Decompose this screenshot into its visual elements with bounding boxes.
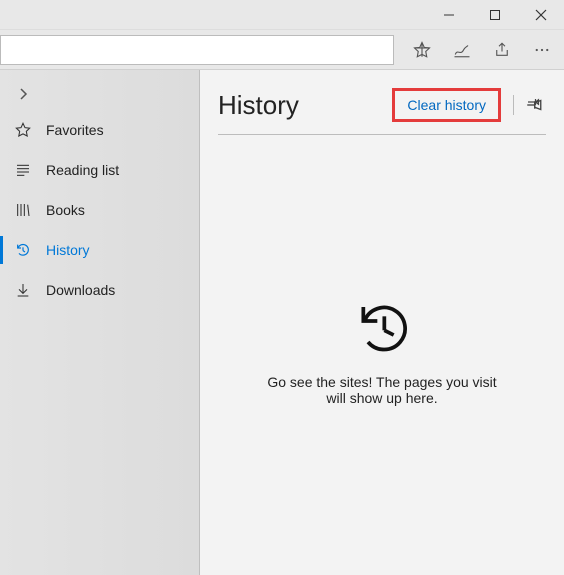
minimize-button[interactable]	[426, 0, 472, 30]
history-icon	[14, 241, 32, 259]
sidebar-item-downloads[interactable]: Downloads	[0, 270, 199, 310]
share-icon[interactable]	[482, 30, 522, 70]
pin-icon[interactable]	[522, 93, 546, 117]
header-separator	[218, 134, 546, 135]
sidebar-item-label: Books	[46, 202, 85, 218]
clear-history-button[interactable]: Clear history	[392, 88, 501, 122]
sidebar-item-label: Downloads	[46, 282, 115, 298]
sidebar-item-books[interactable]: Books	[0, 190, 199, 230]
download-icon	[14, 281, 32, 299]
window-titlebar	[0, 0, 564, 30]
close-button[interactable]	[518, 0, 564, 30]
sidebar-item-favorites[interactable]: Favorites	[0, 110, 199, 150]
star-icon	[14, 121, 32, 139]
collapse-chevron[interactable]	[0, 78, 199, 110]
books-icon	[14, 201, 32, 219]
history-empty-icon	[252, 300, 512, 356]
hub-sidebar: Favorites Reading list Books History Dow	[0, 70, 200, 575]
ink-note-icon[interactable]	[442, 30, 482, 70]
address-bar[interactable]	[0, 35, 394, 65]
more-icon[interactable]	[522, 30, 562, 70]
history-pane: History Clear history	[200, 70, 564, 575]
empty-state: Go see the sites! The pages you visit wi…	[252, 300, 512, 406]
sidebar-item-label: History	[46, 242, 90, 258]
empty-text-line2: will show up here.	[252, 390, 512, 406]
sidebar-item-history[interactable]: History	[0, 230, 199, 270]
empty-text-line1: Go see the sites! The pages you visit	[252, 374, 512, 390]
divider	[513, 95, 514, 115]
favorites-star-icon[interactable]	[402, 30, 442, 70]
reading-list-icon	[14, 161, 32, 179]
maximize-button[interactable]	[472, 0, 518, 30]
sidebar-item-label: Favorites	[46, 122, 104, 138]
sidebar-item-reading-list[interactable]: Reading list	[0, 150, 199, 190]
browser-toolbar	[0, 30, 564, 70]
pane-title: History	[218, 90, 392, 121]
sidebar-item-label: Reading list	[46, 162, 119, 178]
